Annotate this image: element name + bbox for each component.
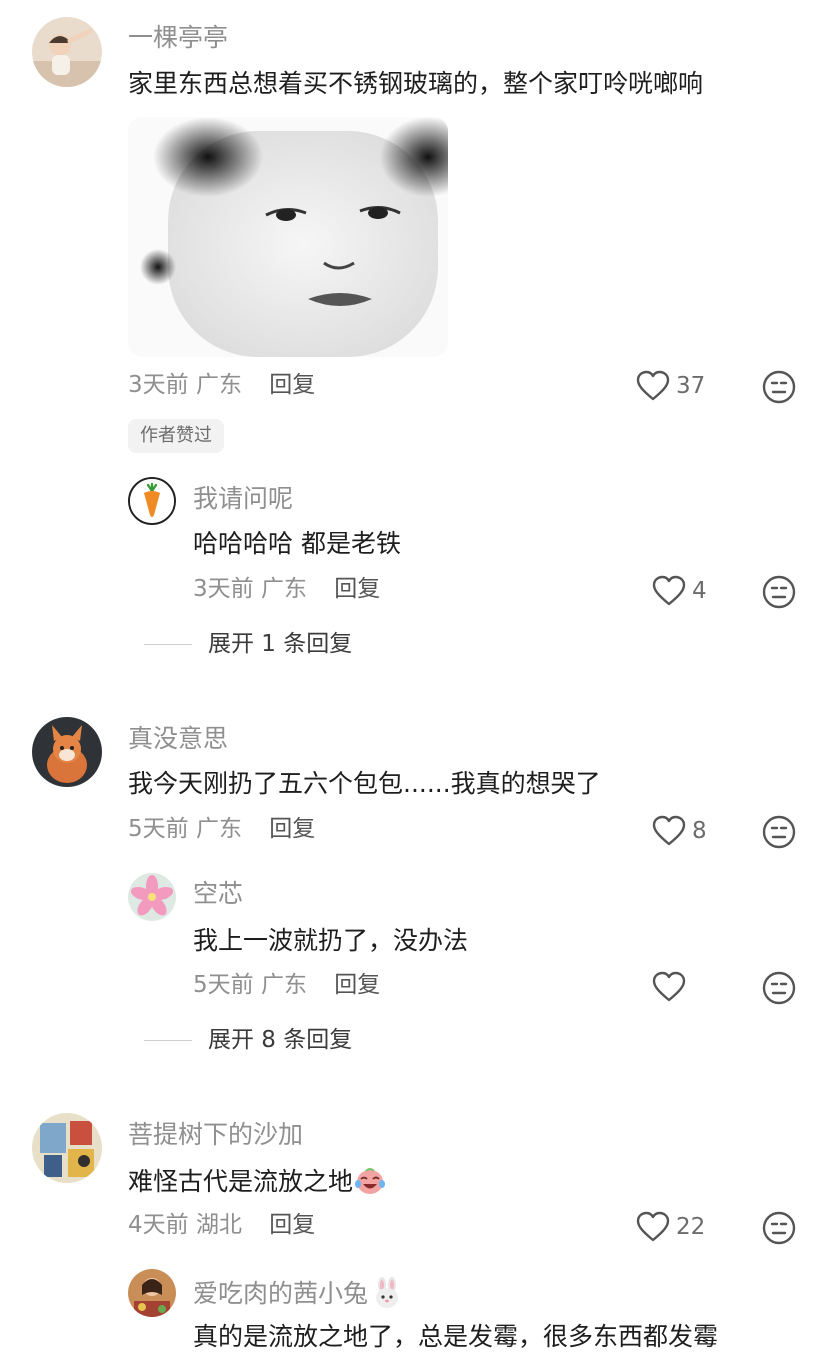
comment-text: 难怪古代是流放之地	[128, 1166, 387, 1200]
like-button[interactable]: 37	[636, 370, 705, 402]
neutral-face-icon[interactable]	[762, 575, 796, 609]
comment-username[interactable]: 菩提树下的沙加	[128, 1122, 303, 1147]
like-count: 4	[692, 577, 707, 604]
expand-replies-button[interactable]: 展开 1 条回复	[144, 633, 352, 656]
reply-time: 3天前	[193, 576, 254, 602]
divider-line	[144, 1040, 192, 1041]
reply-text: 哈哈哈哈 都是老铁	[193, 529, 401, 558]
comment-username[interactable]: 一棵亭亭	[128, 25, 228, 50]
neutral-face-icon[interactable]	[762, 1211, 796, 1245]
comment-text-content: 难怪古代是流放之地	[128, 1167, 354, 1196]
like-button[interactable]: 22	[636, 1211, 705, 1243]
expand-replies-label: 展开 1 条回复	[208, 631, 353, 657]
reply-location: 广东	[260, 576, 307, 602]
comment-text: 我今天刚扔了五六个包包......我真的想哭了	[128, 769, 601, 798]
neutral-face-icon[interactable]	[762, 370, 796, 404]
comment-meta: 4天前 湖北 回复	[128, 1214, 315, 1237]
reply-button[interactable]: 回复	[334, 576, 380, 602]
comment-time: 5天前	[128, 816, 189, 842]
reply-username[interactable]: 我请问呢	[193, 486, 293, 511]
avatar[interactable]	[128, 1269, 176, 1317]
like-count: 37	[676, 372, 706, 399]
avatar[interactable]	[32, 717, 102, 787]
like-count: 8	[692, 817, 707, 844]
reply-button[interactable]: 回复	[334, 972, 380, 998]
reply-button[interactable]: 回复	[269, 372, 315, 398]
reply-username-text: 爱吃肉的茜小兔	[193, 1279, 369, 1308]
reply-time: 5天前	[193, 972, 254, 998]
avatar[interactable]	[32, 17, 102, 87]
reply-button[interactable]: 回复	[269, 816, 315, 842]
meme-image[interactable]	[128, 117, 448, 357]
comment-username[interactable]: 真没意思	[128, 726, 228, 751]
avatar[interactable]	[128, 873, 176, 921]
comment-meta: 5天前 广东 回复	[128, 818, 315, 841]
comment-location: 广东	[195, 816, 242, 842]
heart-outline-icon	[652, 575, 686, 607]
neutral-face-icon[interactable]	[762, 815, 796, 849]
expand-replies-button[interactable]: 展开 8 条回复	[144, 1029, 352, 1052]
rabbit-face-emoji	[372, 1277, 402, 1313]
heart-outline-icon	[636, 1211, 670, 1243]
comment-time: 3天前	[128, 372, 189, 398]
heart-outline-icon	[636, 370, 670, 402]
reply-username[interactable]: 爱吃肉的茜小兔	[193, 1277, 402, 1313]
comment-text: 家里东西总想着买不锈钢玻璃的，整个家叮呤咣啷响	[128, 69, 704, 98]
heart-outline-icon	[652, 815, 686, 847]
tears-of-joy-emoji	[353, 1166, 387, 1200]
divider-line	[144, 644, 192, 645]
avatar[interactable]	[128, 477, 176, 525]
avatar[interactable]	[32, 1113, 102, 1183]
reply-text: 我上一波就扔了，没办法	[193, 926, 469, 955]
heart-outline-icon	[652, 971, 686, 1003]
like-button[interactable]: 4	[652, 575, 707, 607]
comment-meta: 3天前 广东 回复	[128, 374, 315, 397]
reply-meta: 5天前 广东 回复	[193, 974, 380, 997]
reply-meta: 3天前 广东 回复	[193, 578, 380, 601]
reply-username[interactable]: 空芯	[193, 881, 243, 906]
reply-button[interactable]: 回复	[269, 1212, 315, 1238]
comment-location: 广东	[195, 372, 242, 398]
like-button[interactable]: 8	[652, 815, 707, 847]
reply-location: 广东	[260, 972, 307, 998]
expand-replies-label: 展开 8 条回复	[208, 1027, 353, 1053]
like-count: 22	[676, 1213, 706, 1240]
like-button[interactable]	[652, 971, 692, 1003]
author-liked-badge: 作者赞过	[128, 419, 224, 453]
reply-text: 真的是流放之地了，总是发霉，很多东西都发霉	[193, 1322, 719, 1351]
comment-location: 湖北	[195, 1212, 242, 1238]
neutral-face-icon[interactable]	[762, 971, 796, 1005]
comment-time: 4天前	[128, 1212, 189, 1238]
